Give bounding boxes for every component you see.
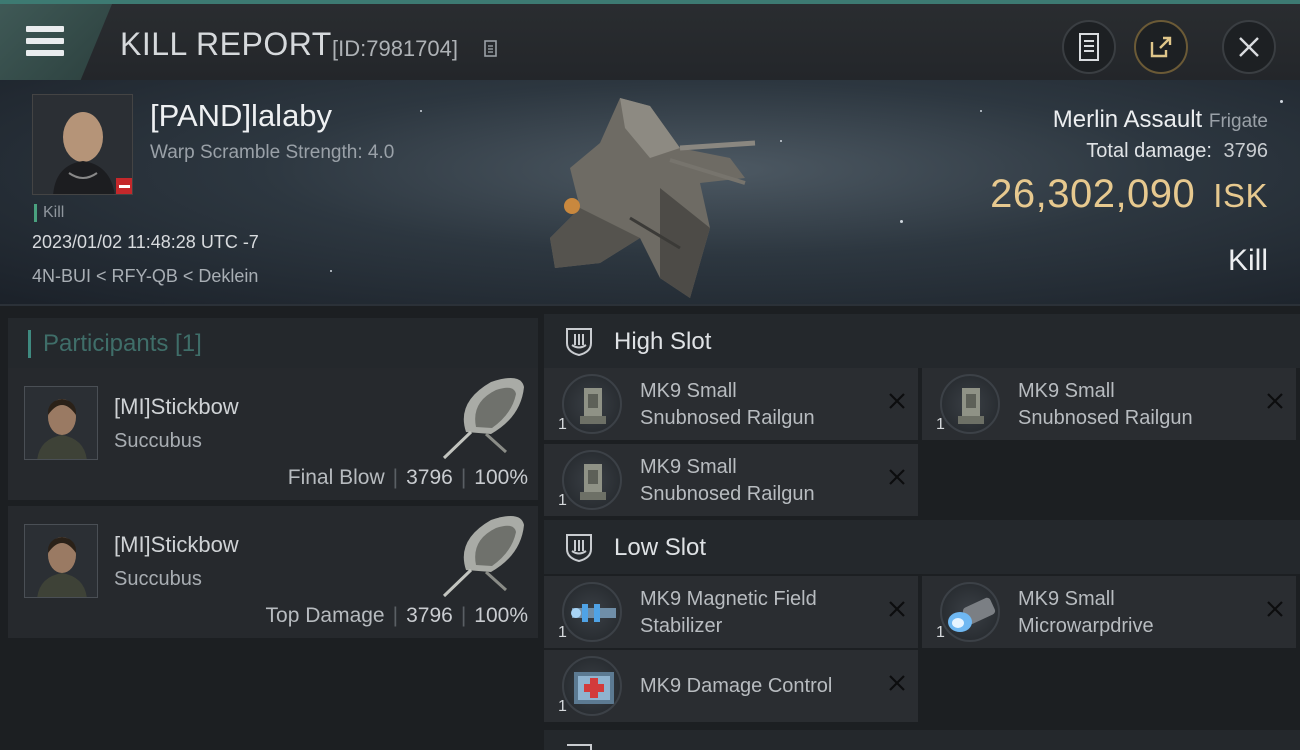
fitting-panel: High Slot 1 MK9 Small Snubnosed Railgun … bbox=[540, 306, 1300, 750]
item-quantity: 1 bbox=[936, 416, 945, 433]
high-slot-header: High Slot bbox=[544, 314, 1300, 368]
item-name: MK9 Magnetic Field Stabilizer bbox=[640, 588, 817, 637]
top-bar: KILL REPORT [ID:7981704] bbox=[0, 0, 1300, 80]
participant-stats: Final Blow | 3796 | 100% bbox=[287, 466, 528, 489]
participant-percent: 100% bbox=[474, 604, 528, 627]
item-quantity: 1 bbox=[936, 624, 945, 641]
close-icon[interactable] bbox=[888, 674, 906, 692]
avatar[interactable] bbox=[24, 386, 98, 460]
fitting-item[interactable]: 1 MK9 Small Microwarpdrive bbox=[922, 576, 1296, 648]
close-button[interactable] bbox=[1222, 20, 1276, 74]
participants-title: Participants [1] bbox=[28, 330, 202, 358]
ship-class: Frigate bbox=[1208, 111, 1268, 132]
fitting-item[interactable]: 1 MK9 Small Snubnosed Railgun bbox=[544, 368, 918, 440]
pilot-portrait-icon bbox=[25, 525, 97, 597]
ship-name[interactable]: Merlin Assault bbox=[1053, 106, 1202, 133]
menu-button[interactable] bbox=[0, 4, 112, 80]
warp-scramble-strength: Warp Scramble Strength: 4.0 bbox=[150, 142, 395, 163]
share-button[interactable] bbox=[1134, 20, 1188, 74]
participant-percent: 100% bbox=[474, 466, 528, 489]
railgun-icon bbox=[940, 374, 1000, 434]
low-slot-header: Low Slot bbox=[544, 520, 1300, 574]
kill-result: Kill bbox=[1227, 244, 1268, 277]
close-icon[interactable] bbox=[1266, 600, 1284, 618]
document-icon bbox=[1079, 33, 1099, 61]
participant-row[interactable]: [MI]Stickbow Succubus Final Blow | 3796 | 10… bbox=[8, 368, 538, 502]
item-name: MK9 Small Snubnosed Railgun bbox=[1018, 380, 1193, 429]
participant-name[interactable]: [MI]Stickbow bbox=[114, 532, 239, 558]
kill-location[interactable]: 4N-BUI < RFY-QB < Deklein bbox=[32, 266, 258, 287]
next-slot-header bbox=[544, 730, 1300, 750]
participant-name[interactable]: [MI]Stickbow bbox=[114, 394, 239, 420]
share-icon bbox=[1150, 36, 1172, 58]
participant-role: Top Damage bbox=[265, 604, 385, 627]
page-title: KILL REPORT bbox=[120, 26, 332, 62]
low-slot-icon bbox=[566, 534, 592, 562]
item-name: MK9 Small Snubnosed Railgun bbox=[640, 380, 815, 429]
item-quantity: 1 bbox=[558, 492, 567, 509]
avatar[interactable] bbox=[24, 524, 98, 598]
item-name: MK9 Small Microwarpdrive bbox=[1018, 588, 1154, 637]
pilot-portrait-icon bbox=[33, 95, 132, 194]
close-icon[interactable] bbox=[1266, 392, 1284, 410]
magnetic-field-stabilizer-icon bbox=[562, 582, 622, 642]
railgun-icon bbox=[562, 374, 622, 434]
kill-tag: Kill bbox=[34, 204, 64, 222]
participants-header: Participants [1] bbox=[8, 318, 538, 370]
isk-value: 26,302,090 ISK bbox=[990, 172, 1268, 217]
document-button[interactable] bbox=[1062, 20, 1116, 74]
item-quantity: 1 bbox=[558, 698, 567, 715]
total-damage: Total damage: 3796 bbox=[1086, 140, 1268, 163]
total-damage-value: 3796 bbox=[1223, 140, 1269, 162]
victim-name[interactable]: [PAND]lalaby bbox=[150, 98, 332, 134]
fitting-item[interactable]: 1 MK9 Small Snubnosed Railgun bbox=[922, 368, 1296, 440]
victim-summary: [PAND]lalaby Warp Scramble Strength: 4.0… bbox=[0, 80, 1300, 306]
microwarpdrive-icon bbox=[940, 582, 1000, 642]
participant-damage: 3796 bbox=[406, 604, 453, 627]
item-quantity: 1 bbox=[558, 416, 567, 433]
fitting-item[interactable]: 1 MK9 Damage Control bbox=[544, 650, 918, 722]
close-icon[interactable] bbox=[888, 392, 906, 410]
close-icon[interactable] bbox=[888, 468, 906, 486]
participant-ship-icon[interactable] bbox=[436, 372, 526, 460]
pilot-portrait-icon bbox=[25, 387, 97, 459]
high-slot-label: High Slot bbox=[614, 328, 712, 355]
victim-ship-image[interactable] bbox=[530, 88, 770, 303]
kill-datetime: 2023/01/02 11:48:28 UTC -7 bbox=[32, 232, 259, 252]
participants-panel: Participants [1] [MI]Stickbow Succubus F… bbox=[0, 306, 540, 750]
participant-ship: Succubus bbox=[114, 430, 202, 452]
copy-icon[interactable] bbox=[484, 38, 500, 58]
fitting-item[interactable]: 1 MK9 Small Snubnosed Railgun bbox=[544, 444, 918, 516]
total-damage-label: Total damage: bbox=[1086, 140, 1212, 162]
damage-control-icon bbox=[562, 656, 622, 716]
fitting-item[interactable]: 1 MK9 Magnetic Field Stabilizer bbox=[544, 576, 918, 648]
railgun-icon bbox=[562, 450, 622, 510]
isk-amount: 26,302,090 bbox=[990, 172, 1196, 216]
close-icon[interactable] bbox=[888, 600, 906, 618]
victim-ship-type: Merlin Assault Frigate bbox=[1053, 106, 1268, 134]
participant-damage: 3796 bbox=[406, 466, 453, 489]
report-id: [ID:7981704] bbox=[332, 36, 458, 61]
item-name: MK9 Small Snubnosed Railgun bbox=[640, 456, 815, 505]
victim-avatar[interactable] bbox=[32, 94, 133, 195]
participant-stats: Top Damage | 3796 | 100% bbox=[265, 604, 528, 627]
participant-row[interactable]: [MI]Stickbow Succubus Top Damage | 3796 | 10… bbox=[8, 506, 538, 640]
low-slot-label: Low Slot bbox=[614, 534, 707, 561]
participant-ship-icon[interactable] bbox=[436, 510, 526, 598]
high-slot-icon bbox=[566, 328, 592, 356]
isk-unit: ISK bbox=[1213, 177, 1268, 214]
participant-ship: Succubus bbox=[114, 568, 202, 590]
slot-icon bbox=[567, 744, 592, 750]
item-quantity: 1 bbox=[558, 624, 567, 641]
participant-role: Final Blow bbox=[287, 466, 385, 489]
close-icon bbox=[1239, 37, 1259, 57]
item-name: MK9 Damage Control bbox=[640, 675, 833, 697]
